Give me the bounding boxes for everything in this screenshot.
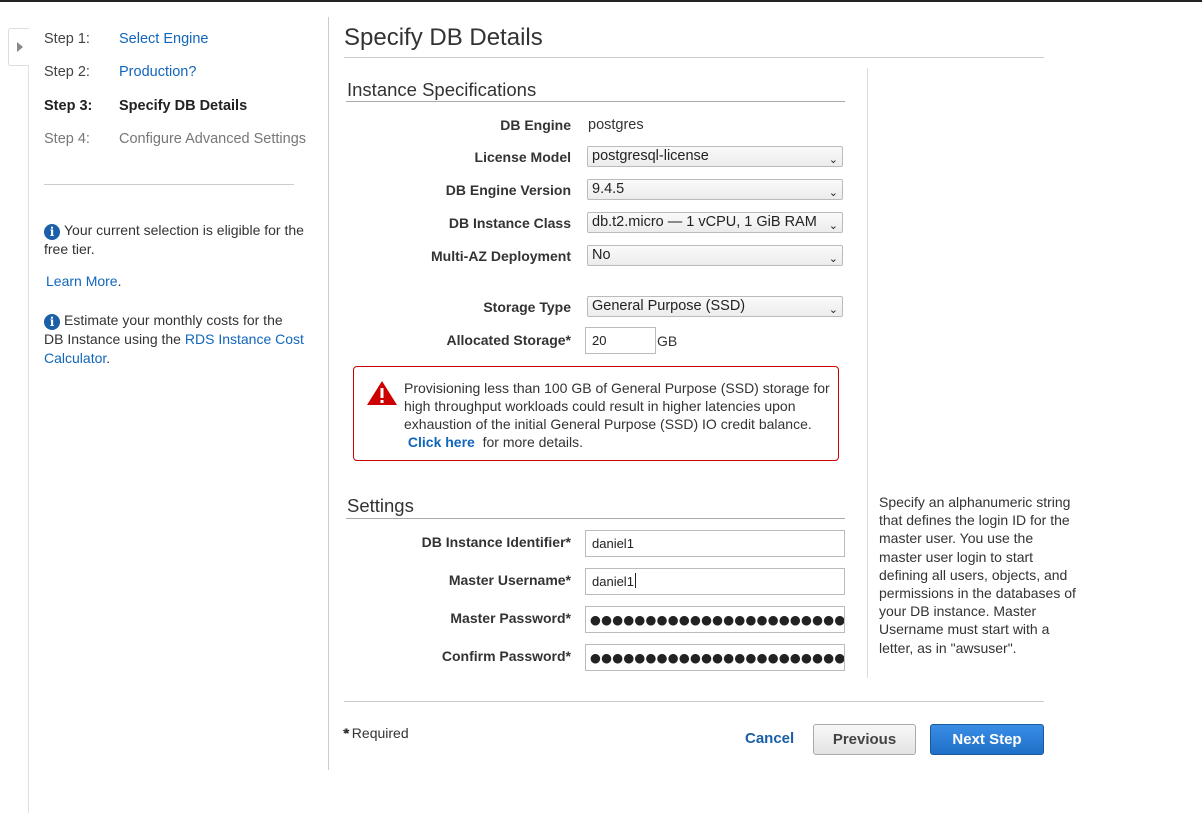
text-cursor	[634, 573, 636, 588]
required-note: ** Required	[342, 725, 409, 741]
page-title: Specify DB Details	[344, 24, 543, 51]
db-instance-class-select[interactable]: db.t2.micro — 1 vCPU, 1 GiB RAM ⌄	[587, 212, 843, 233]
instance-specifications-heading: Instance Specifications	[347, 79, 537, 100]
step-3-number: Step 3:	[44, 98, 93, 114]
license-model-label: License Model	[474, 149, 571, 165]
allocated-storage-unit: GB	[657, 333, 678, 349]
db-instance-class-label: DB Instance Class	[448, 215, 571, 231]
free-tier-notice: i Your current selection is eligible for …	[44, 221, 304, 259]
multi-az-deployment-label: Multi-AZ Deployment	[431, 248, 571, 264]
db-engine-version-value: 9.4.5	[592, 181, 625, 197]
db-instance-class-value: db.t2.micro — 1 vCPU, 1 GiB RAM	[592, 214, 817, 230]
chevron-down-icon: ⌄	[828, 219, 838, 232]
cancel-button[interactable]: Cancel	[745, 730, 794, 747]
master-password-input[interactable]: ●●●●●●●●●●●●●●●●●●●●●●●●●●●	[585, 606, 845, 633]
settings-heading: Settings	[347, 495, 414, 516]
multi-az-deployment-select[interactable]: No ⌄	[587, 245, 843, 266]
next-step-button[interactable]: Next Step	[930, 724, 1044, 755]
chevron-right-icon	[17, 42, 23, 52]
db-instance-identifier-input[interactable]: daniel1	[585, 530, 845, 557]
help-panel-divider	[867, 68, 868, 678]
chevron-down-icon: ⌄	[828, 153, 838, 166]
allocated-storage-input[interactable]: 20	[585, 327, 656, 354]
top-border	[0, 0, 1202, 2]
chevron-down-icon: ⌄	[828, 252, 838, 265]
warning-suffix: for more details.	[482, 434, 583, 450]
db-instance-identifier-label: DB Instance Identifier*	[421, 534, 571, 550]
db-engine-version-label: DB Engine Version	[445, 182, 571, 198]
storage-warning-box: Provisioning less than 100 GB of General…	[353, 366, 839, 461]
step-3-current-label: Specify DB Details	[119, 98, 248, 114]
chevron-down-icon: ⌄	[828, 186, 838, 199]
footer-divider	[344, 701, 1044, 702]
step-2-number: Step 2:	[44, 64, 90, 80]
confirm-password-input[interactable]: ●●●●●●●●●●●●●●●●●●●●●●●●●●●	[585, 644, 845, 671]
previous-button[interactable]: Previous	[813, 724, 916, 755]
master-username-help-text: Specify an alphanumeric string that defi…	[879, 494, 1076, 656]
master-username-label: Master Username*	[448, 572, 571, 588]
master-username-value: daniel1	[592, 574, 634, 589]
master-password-label: Master Password*	[450, 610, 571, 626]
learn-more-line: Learn More.	[46, 272, 306, 291]
storage-type-label: Storage Type	[483, 299, 571, 315]
sidebar-content-divider	[328, 17, 329, 770]
db-engine-value: postgres	[588, 117, 644, 133]
step-1-number: Step 1:	[44, 31, 90, 47]
cost-estimate-notice: i Estimate your monthly costs for the DB …	[44, 311, 304, 367]
learn-more-link[interactable]: Learn More	[46, 273, 118, 289]
allocated-storage-label: Allocated Storage*	[446, 332, 571, 348]
settings-divider	[346, 518, 845, 519]
license-model-select[interactable]: postgresql-license ⌄	[587, 146, 843, 167]
warning-message: Provisioning less than 100 GB of General…	[404, 379, 834, 451]
left-edge-divider	[28, 64, 29, 813]
storage-type-value: General Purpose (SSD)	[592, 298, 746, 314]
sidebar-divider	[44, 184, 294, 185]
license-model-value: postgresql-license	[592, 148, 709, 164]
calculator-suffix: .	[106, 349, 111, 366]
instance-specifications-divider	[346, 101, 845, 102]
db-engine-label: DB Engine	[500, 117, 571, 133]
step-2-production-link[interactable]: Production?	[119, 64, 196, 80]
learn-more-suffix: .	[117, 273, 122, 289]
warning-triangle-icon	[367, 381, 397, 405]
confirm-password-label: Confirm Password*	[441, 648, 571, 664]
warning-text: Provisioning less than 100 GB of General…	[404, 380, 830, 432]
sidebar-expand-toggle[interactable]	[8, 28, 29, 66]
step-1-select-engine-link[interactable]: Select Engine	[119, 31, 208, 47]
multi-az-deployment-value: No	[592, 247, 611, 263]
chevron-down-icon: ⌄	[828, 303, 838, 316]
master-username-input[interactable]: daniel1	[585, 568, 845, 595]
info-icon: i	[44, 224, 60, 240]
free-tier-text: Your current selection is eligible for t…	[44, 222, 304, 257]
storage-type-select[interactable]: General Purpose (SSD) ⌄	[587, 296, 843, 317]
step-4-number: Step 4:	[44, 131, 90, 147]
warning-click-here-link[interactable]: Click here	[408, 434, 475, 450]
step-4-disabled-label: Configure Advanced Settings	[119, 131, 307, 147]
info-icon: i	[44, 314, 60, 330]
required-note-text: * Required	[342, 725, 409, 741]
title-divider	[344, 57, 1044, 58]
db-engine-version-select[interactable]: 9.4.5 ⌄	[587, 179, 843, 200]
